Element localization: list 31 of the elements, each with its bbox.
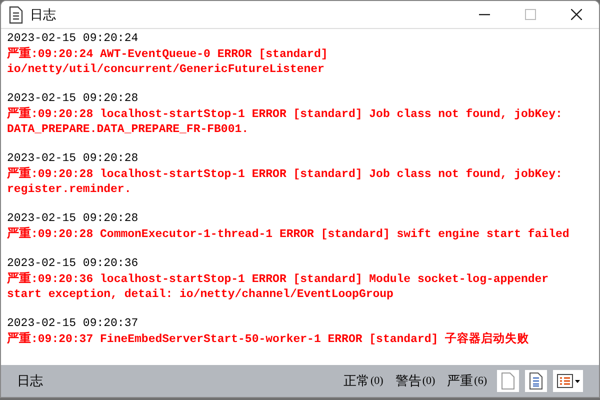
log-message: io/netty/util/concurrent/GenericFutureListener (7, 62, 326, 77)
document-icon (8, 6, 24, 24)
log-message: 严重:09:20:28 localhost-startStop-1 ERROR [standard] Job class not found, jobKey: (7, 166, 564, 182)
maximize-icon (524, 9, 536, 20)
log-message: 严重:09:20:36 localhost-startStop-1 ERROR [standard] Module socket-log-appender (7, 271, 550, 287)
log-timestamp: 2023-02-15 09:20:37 (7, 316, 140, 331)
log-message: register.reminder. (7, 182, 132, 197)
log-message: 严重:09:20:28 CommonExecutor-1-thread-1 ERROR [standard] swift engine start failed (7, 226, 570, 242)
list-icon (556, 374, 572, 388)
log-message: start exception, detail: io/netty/channel/EventLoopGroup (7, 287, 394, 302)
close-icon (570, 9, 582, 20)
log-timestamp: 2023-02-15 09:20:28 (7, 91, 140, 106)
window-title: 日志 (30, 6, 56, 24)
blank-page-icon (501, 372, 515, 390)
list-dropdown-button[interactable] (553, 370, 583, 392)
log-message: 严重:09:20:28 localhost-startStop-1 ERROR [standard] Job class not found, jobKey: (7, 106, 564, 122)
level-filter[interactable]: 警告(0) (395, 371, 436, 391)
log-message: 严重:09:20:24 AWT-EventQueue-0 ERROR [standard] (7, 46, 329, 62)
log-timestamp: 2023-02-15 09:20:24 (7, 31, 140, 46)
log-message: DATA_PREPARE.DATA_PREPARE_FR-FB001. (7, 122, 250, 137)
caret-icon (574, 380, 580, 382)
log-timestamp: 2023-02-15 09:20:28 (7, 211, 140, 226)
minimize-icon (478, 14, 490, 16)
text-page-icon (529, 372, 543, 390)
log-message: 严重:09:20:37 FineEmbedServerStart-50-worker-1 ERROR [standard] 子容器启动失败 (7, 331, 530, 347)
level-filter[interactable]: 正常(0) (344, 371, 384, 391)
toolbar-button[interactable] (525, 370, 547, 392)
status-label: 日志 (17, 372, 43, 390)
level-filter[interactable]: 严重(6) (447, 371, 487, 391)
log-timestamp: 2023-02-15 09:20:36 (7, 256, 140, 271)
log-timestamp: 2023-02-15 09:20:28 (7, 151, 140, 166)
